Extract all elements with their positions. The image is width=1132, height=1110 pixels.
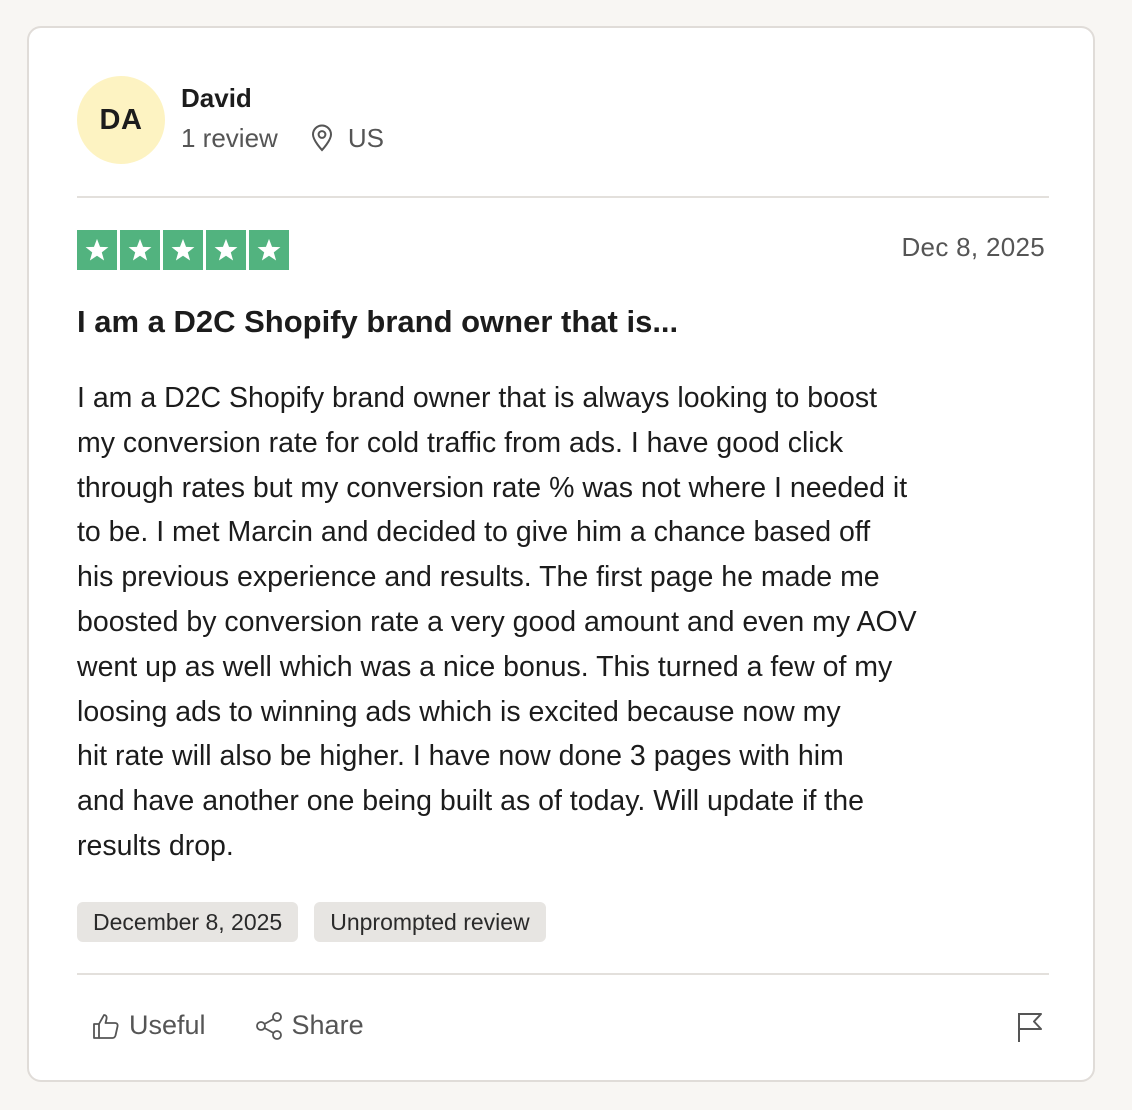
footer-divider: [77, 973, 1049, 975]
share-button[interactable]: Share: [254, 1010, 364, 1041]
report-flag-button[interactable]: [1015, 1010, 1045, 1049]
review-tags: December 8, 2025 Unprompted review: [77, 902, 546, 942]
review-body-line: I am a D2C Shopify brand owner that is a…: [77, 382, 878, 414]
review-body-line: my conversion rate for cold traffic from…: [77, 426, 844, 459]
review-date: Dec 8, 2025: [901, 232, 1045, 262]
review-body-line: hit rate will also be higher. I have now…: [77, 740, 844, 773]
share-label: Share: [291, 1010, 364, 1040]
thumbs-up-icon: [93, 1013, 119, 1039]
star-rating: [77, 230, 289, 270]
star-icon: [120, 230, 160, 270]
review-count: 1 review: [181, 122, 278, 153]
review-actions: Useful Share: [91, 1010, 412, 1041]
reviewer-name[interactable]: David: [181, 81, 384, 115]
review-body-line: boosted by conversion rate a very good a…: [77, 605, 917, 638]
location-label: US: [347, 122, 384, 153]
useful-button[interactable]: Useful: [91, 1010, 206, 1041]
star-icon: [249, 230, 289, 270]
review-body-line: loosing ads to winning ads which is exci…: [77, 695, 841, 728]
review-source-tag: Unprompted review: [314, 902, 546, 942]
review-body-line: went up as well which was a nice bonus. …: [77, 650, 893, 683]
review-body-line: and have another one being built as of t…: [77, 785, 864, 818]
star-icon: [163, 230, 203, 270]
reviewer-meta: 1 review US: [181, 123, 384, 154]
reviewer-header: DA David 1 review US: [77, 76, 384, 164]
review-body-line: to be. I met Marcin and decided to give …: [77, 516, 871, 549]
star-icon: [77, 230, 117, 270]
header-divider: [77, 196, 1049, 198]
review-body: I am a D2C Shopify brand owner that is a…: [77, 376, 1057, 869]
review-body-line: results drop.: [77, 829, 234, 862]
review-body-line: through rates but my conversion rate % w…: [77, 471, 908, 504]
reviewer-info: David 1 review US: [181, 83, 384, 154]
star-icon: [206, 230, 246, 270]
reviewer-location: US: [310, 123, 384, 154]
date-of-experience-tag: December 8, 2025: [77, 902, 299, 942]
flag-icon: [1018, 1013, 1042, 1042]
review-title[interactable]: I am a D2C Shopify brand owner that is..…: [77, 304, 678, 340]
share-icon: [255, 1011, 282, 1040]
review-body-line: his previous experience and results. The…: [77, 561, 880, 594]
avatar[interactable]: DA: [77, 76, 165, 164]
useful-label: Useful: [129, 1010, 206, 1040]
location-pin-icon: [311, 124, 332, 152]
review-card: DA David 1 review US Dec 8, 2025 I am a …: [27, 26, 1095, 1082]
